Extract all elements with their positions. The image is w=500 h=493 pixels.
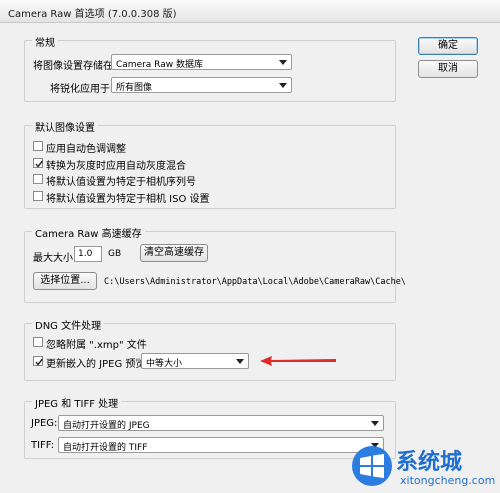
- cache-path: C:\Users\Administrator\AppData\Local\Ado…: [104, 277, 406, 287]
- watermark-title: 系统城: [396, 450, 463, 475]
- checkmark-icon: [35, 160, 44, 168]
- general-legend: 常规: [32, 34, 58, 49]
- jpeg-tiff-legend: JPEG 和 TIFF 处理: [32, 395, 122, 410]
- ignore-xmp-label: 忽略附属 ".xmp" 文件: [46, 340, 147, 351]
- sharpen-value: 所有图像: [116, 83, 153, 93]
- chevron-down-icon: [278, 58, 288, 67]
- chevron-down-icon: [370, 419, 380, 428]
- jpeg-handling-select[interactable]: 自动打开设置的 JPEG: [58, 415, 384, 431]
- jpeg-preview-value: 中等大小: [146, 359, 183, 369]
- update-jpeg-checkbox[interactable]: [33, 356, 44, 366]
- default-setting-checkbox[interactable]: [33, 158, 44, 168]
- select-location-button[interactable]: 选择位置...: [33, 272, 97, 290]
- watermark: 系统城 xitongcheng.com: [340, 440, 500, 493]
- ok-button[interactable]: 确定: [418, 37, 478, 55]
- purge-cache-button[interactable]: 清空高速缓存: [140, 244, 208, 262]
- jpeg-preview-select[interactable]: 中等大小: [141, 353, 249, 369]
- checkmark-icon: [35, 358, 44, 366]
- max-size-unit: GB: [108, 249, 122, 259]
- save-settings-value: Camera Raw 数据库: [116, 60, 203, 70]
- title-bar: Camera Raw 首选项 (7.0.0.308 版): [0, 0, 500, 23]
- tiff-handling-value: 自动打开设置的 TIFF: [63, 443, 148, 453]
- default-setting-label: 将默认值设置为特定于相机 ISO 设置: [46, 194, 210, 205]
- window-title: Camera Raw 首选项 (7.0.0.308 版): [8, 9, 177, 20]
- max-size-label: 最大大小:: [33, 253, 77, 264]
- sharpen-label: 将锐化应用于:: [50, 84, 114, 95]
- watermark-url: xitongcheng.com: [400, 474, 496, 487]
- cancel-button[interactable]: 取消: [418, 60, 478, 78]
- ignore-xmp-checkbox[interactable]: [33, 337, 43, 347]
- save-settings-label: 将图像设置存储在:: [33, 61, 117, 72]
- max-size-input[interactable]: 1.0: [74, 246, 102, 262]
- windows-logo-icon: [352, 446, 392, 486]
- default-setting-checkbox[interactable]: [33, 191, 43, 201]
- cache-legend: Camera Raw 高速缓存: [32, 225, 145, 240]
- cache-group: Camera Raw 高速缓存: [24, 225, 396, 303]
- dng-legend: DNG 文件处理: [32, 317, 105, 332]
- dng-group: DNG 文件处理: [24, 317, 396, 381]
- chevron-down-icon: [235, 357, 245, 366]
- default-image-settings-legend: 默认图像设置: [32, 119, 98, 134]
- chevron-down-icon: [278, 81, 288, 90]
- default-setting-label: 将默认值设置为特定于相机序列号: [46, 177, 196, 188]
- jpeg-handling-value: 自动打开设置的 JPEG: [63, 421, 150, 431]
- default-setting-label: 应用自动色调调整: [46, 144, 126, 155]
- sharpen-select[interactable]: 所有图像: [111, 77, 292, 93]
- tiff-label: TIFF:: [31, 440, 55, 451]
- save-settings-select[interactable]: Camera Raw 数据库: [111, 54, 292, 70]
- tiff-handling-select[interactable]: 自动打开设置的 TIFF: [58, 437, 384, 453]
- default-setting-checkbox[interactable]: [33, 141, 43, 151]
- default-setting-checkbox[interactable]: [33, 174, 43, 184]
- default-setting-label: 转换为灰度时应用自动灰度混合: [46, 161, 186, 172]
- jpeg-label: JPEG:: [31, 418, 58, 429]
- red-arrow-annotation: [260, 356, 336, 366]
- update-jpeg-label: 更新嵌入的 JPEG 预览:: [46, 359, 149, 370]
